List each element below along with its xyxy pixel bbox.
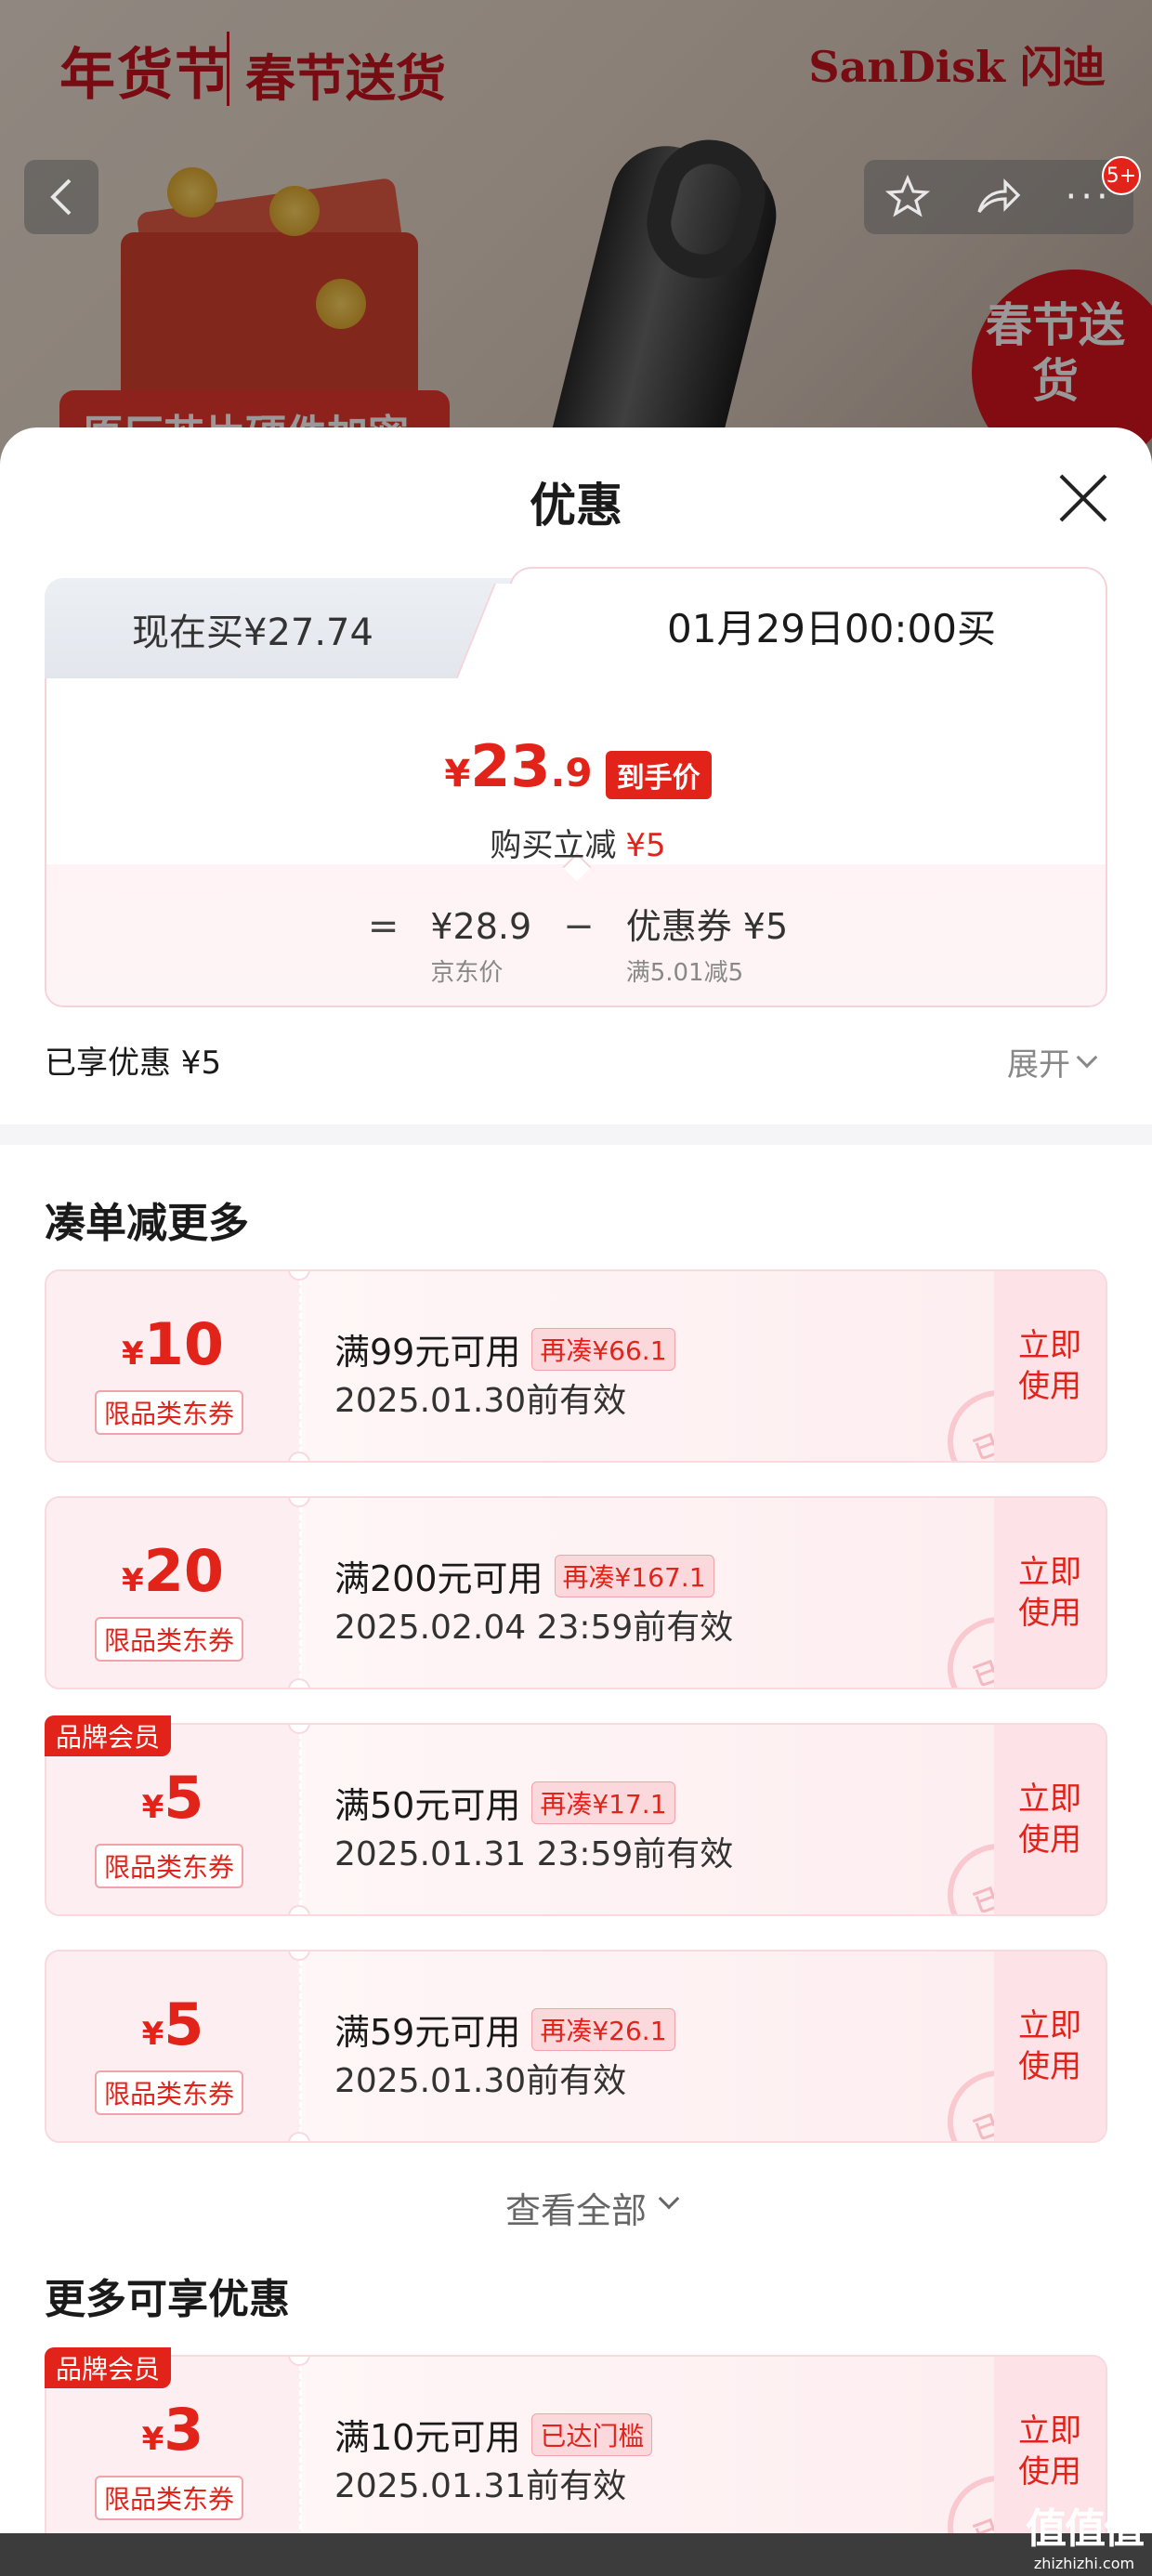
section-divider — [0, 1124, 1152, 1145]
modal-overlay[interactable] — [0, 0, 1152, 483]
watermark-url: zhizhizhi.com — [1033, 2555, 1135, 2572]
coupon-amount: ¥3 — [141, 2396, 204, 2464]
minus-sign: − — [563, 905, 595, 948]
expand-button[interactable]: 展开 — [1007, 1039, 1070, 1084]
section-title-more: 凑单减更多 — [45, 1200, 249, 1247]
coupon-condition-row: 满10元可用 已达门槛 — [334, 2409, 653, 2460]
coupon-gap-tag: 再凑¥17.1 — [531, 1781, 675, 1824]
tab-buy-later[interactable]: 01月29日00:00买 — [509, 567, 1107, 682]
coupon-validity: 2025.01.31前有效 — [334, 2467, 627, 2505]
use-now-label: 使用 — [1018, 2048, 1081, 2085]
coupon-amount: ¥5 — [141, 1764, 204, 1832]
use-now-label: 立即 — [1018, 1327, 1081, 1364]
coupon-type: 限品类东券 — [95, 2070, 244, 2115]
section-title-extra: 更多可享优惠 — [45, 2276, 290, 2323]
coupon-validity: 2025.01.31 23:59前有效 — [334, 1835, 734, 1873]
coupon-gap-tag: 再凑¥167.1 — [554, 1554, 714, 1597]
coupon-amount: ¥5 — [141, 1991, 204, 2058]
sheet-title: 优惠 — [530, 479, 622, 532]
coupon-perforation — [299, 1725, 302, 1914]
watermark: 值值值 zhizhizhi.com — [1026, 2495, 1145, 2572]
star-icon[interactable] — [885, 175, 931, 219]
jd-price-label: 京东价 — [430, 959, 504, 987]
coupon-amount: ¥10 — [122, 1310, 224, 1378]
use-now-label: 使用 — [1018, 1595, 1081, 1632]
member-tag: 品牌会员 — [45, 2347, 172, 2388]
tab-buy-later-label: 01月29日00:00买 — [667, 605, 996, 651]
coupon-rule: 满5.01减5 — [625, 959, 744, 987]
chevron-down-icon[interactable] — [1076, 1046, 1098, 1069]
coupon-card[interactable]: ¥10 限品类东券 满99元可用 再凑¥66.1 2025.01.30前有效 已… — [45, 1269, 1107, 1463]
instant-discount-value: ¥5 — [625, 827, 666, 864]
header-actions: ··· — [864, 160, 1133, 234]
coupon-amount: ¥20 — [122, 1537, 224, 1605]
see-all-button[interactable]: 查看全部 — [0, 2182, 1152, 2233]
price-breakdown: ¥23.9 到手价 购买立减 ¥5 = ¥28.9 京东价 − 优惠券 ¥5 满5… — [45, 678, 1107, 1007]
coupon-gap-tag: 再凑¥66.1 — [531, 1327, 675, 1371]
coupon-condition: 满59元可用 — [334, 2012, 521, 2053]
coupon-perforation — [299, 1498, 302, 1688]
use-now-button[interactable]: 立即 使用 — [994, 1952, 1106, 2141]
coupon-condition: 满200元可用 — [334, 1558, 543, 1599]
message-count-badge: 5+ — [1102, 156, 1141, 195]
equals-sign: = — [367, 905, 399, 948]
use-now-label: 立即 — [1018, 2412, 1081, 2450]
final-price-row: ¥23.9 到手价 — [46, 732, 1109, 800]
coupon-perforation — [299, 2357, 302, 2546]
coupon-validity: 2025.02.04 23:59前有效 — [334, 1609, 734, 1647]
use-now-label: 使用 — [1018, 1821, 1081, 1859]
use-now-button[interactable]: 立即 使用 — [994, 1498, 1106, 1688]
bottom-bar — [0, 2533, 1152, 2576]
use-now-button[interactable]: 立即 使用 — [994, 1725, 1106, 1914]
coupon-perforation — [299, 1952, 302, 2141]
coupon-card[interactable]: ¥5 限品类东券 满50元可用 再凑¥17.1 2025.01.31 23:59… — [45, 1723, 1107, 1916]
coupon-discount: 优惠券 ¥5 — [625, 906, 789, 947]
coupon-gap-tag: 再凑¥26.1 — [531, 2007, 675, 2051]
use-now-label: 使用 — [1018, 1368, 1081, 1405]
coupon-condition-row: 满200元可用 再凑¥167.1 — [334, 1550, 714, 1601]
enjoyed-discount: 已享优惠 ¥5 — [45, 1045, 222, 1082]
price-card: 现在买¥27.74 01月29日00:00买 ¥23.9 到手价 购买立减 ¥5 … — [45, 567, 1107, 1007]
coupon-term: 优惠券 ¥5 满5.01减5 — [626, 905, 788, 988]
jd-price-term: ¥28.9 京东价 — [430, 905, 531, 988]
coupon-perforation — [299, 1271, 302, 1461]
use-now-label: 立即 — [1018, 2007, 1081, 2044]
price-formula: = ¥28.9 京东价 − 优惠券 ¥5 满5.01减5 — [46, 905, 1109, 988]
coupon-condition: 满50元可用 — [334, 1785, 521, 1826]
coupon-card[interactable]: ¥5 限品类东券 满59元可用 再凑¥26.1 2025.01.30前有效 已领… — [45, 1950, 1107, 2143]
final-price-tag: 到手价 — [605, 751, 712, 799]
jd-price: ¥28.9 — [430, 906, 532, 947]
coupon-type: 限品类东券 — [95, 2476, 244, 2520]
watermark-logo: 值值值 — [1026, 2505, 1145, 2553]
discount-sheet: 优惠 现在买¥27.74 01月29日00:00买 ¥23.9 到手价 购买立减… — [0, 427, 1152, 2576]
coupon-type: 限品类东券 — [95, 1390, 244, 1435]
coupon-gap-tag: 已达门槛 — [531, 2412, 653, 2456]
see-all-label: 查看全部 — [504, 2190, 647, 2231]
coupon-type: 限品类东券 — [95, 1844, 244, 1888]
member-tag: 品牌会员 — [45, 1715, 172, 1756]
use-now-button[interactable]: 立即 使用 — [994, 1271, 1106, 1461]
use-now-label: 使用 — [1018, 2453, 1081, 2491]
share-icon[interactable] — [974, 175, 1022, 219]
coupon-card[interactable]: ¥20 限品类东券 满200元可用 再凑¥167.1 2025.02.04 23… — [45, 1496, 1107, 1689]
instant-discount: 购买立减 ¥5 — [46, 820, 1109, 865]
coupon-condition-row: 满99元可用 再凑¥66.1 — [334, 1323, 675, 1374]
coupon-card[interactable]: ¥3 限品类东券 满10元可用 已达门槛 2025.01.31前有效 已领 立即… — [45, 2355, 1107, 2548]
chevron-left-icon — [50, 178, 72, 216]
coupon-condition: 满99元可用 — [334, 1332, 521, 1373]
back-button[interactable] — [24, 160, 98, 234]
coupon-validity: 2025.01.30前有效 — [334, 1382, 627, 1420]
coupon-condition-row: 满50元可用 再凑¥17.1 — [334, 1777, 675, 1828]
coupon-condition: 满10元可用 — [334, 2417, 521, 2458]
use-now-label: 立即 — [1018, 1781, 1081, 1818]
coupon-type: 限品类东券 — [95, 1617, 244, 1662]
final-price: ¥23.9 — [444, 732, 593, 800]
close-icon[interactable] — [1054, 468, 1113, 528]
coupon-condition-row: 满59元可用 再凑¥26.1 — [334, 2004, 675, 2055]
product-banner: 年货节 春节送货 SanDisk 闪迪 原厂芯片硬件加密 春节送货 ··· 5+ — [0, 0, 1152, 483]
instant-discount-label: 购买立减 — [490, 827, 617, 864]
use-now-label: 立即 — [1018, 1554, 1081, 1591]
coupon-validity: 2025.01.30前有效 — [334, 2062, 627, 2100]
